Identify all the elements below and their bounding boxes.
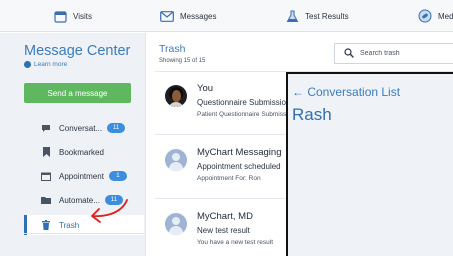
conversation-detail-panel: ← Conversation List Rash (286, 72, 453, 256)
avatar (165, 85, 187, 107)
message-subject: New test result (197, 226, 250, 235)
search-icon (344, 45, 354, 63)
sidebar-item-label: Appointment (59, 171, 104, 181)
calendar-icon (53, 9, 67, 23)
sidebar-divider (24, 233, 144, 234)
nav-label: Test Results (305, 11, 349, 21)
calendar-icon (41, 172, 51, 181)
envelope-icon (160, 9, 174, 23)
showing-count: Showing 15 of 15 (159, 58, 206, 64)
message-subject: Appointment scheduled (197, 162, 281, 171)
search-input[interactable] (360, 50, 453, 57)
list-title: Trash (159, 43, 186, 55)
sidebar-item-bookmarked[interactable]: Bookmarked (24, 142, 142, 162)
message-sender: MyChart Messaging (197, 147, 282, 158)
annotation-arrow-icon (91, 199, 128, 223)
info-icon (24, 61, 31, 68)
page-title: Message Center (24, 43, 131, 59)
sidebar-item-label: Conversat... (59, 123, 103, 133)
bookmark-icon (41, 147, 51, 157)
message-preview: Patient Questionnaire Submission (197, 111, 295, 118)
message-sender: You (197, 83, 214, 94)
avatar (165, 149, 187, 171)
sidebar-item-label: Bookmarked (59, 147, 104, 157)
nav-label: Visits (73, 11, 92, 21)
nav-medications[interactable]: Medi (418, 0, 453, 32)
trash-icon (41, 220, 51, 230)
message-preview: Appointment For: Ron (197, 175, 261, 182)
send-message-button[interactable]: Send a message (24, 83, 131, 103)
learn-more-link[interactable]: Learn more (24, 61, 67, 68)
nav-visits[interactable]: Visits (53, 0, 92, 32)
conversation-title: Rash (292, 105, 332, 124)
search-box[interactable] (334, 43, 453, 64)
back-to-conversation-list-link[interactable]: ← Conversation List (292, 85, 400, 99)
flask-icon (285, 9, 299, 23)
sidebar-item-appointment[interactable]: Appointment 1 (24, 166, 142, 186)
avatar (165, 213, 187, 235)
sidebar-item-label: Trash (59, 220, 80, 230)
learn-more-label: Learn more (34, 61, 68, 68)
message-subject: Questionnaire Submission (197, 98, 291, 107)
unread-count-badge: 11 (107, 123, 126, 133)
nav-label: Medi (438, 11, 453, 21)
message-sender: MyChart, MD (197, 211, 253, 222)
folder-icon (41, 196, 51, 204)
sidebar-item-conversations[interactable]: Conversat... 11 (24, 118, 142, 138)
chat-bubble-icon (41, 124, 51, 133)
unread-count-badge: 1 (108, 171, 127, 181)
medications-icon (418, 9, 432, 23)
nav-label: Messages (180, 11, 217, 21)
top-navigation-bar: Visits Messages Test Results Medi (0, 0, 453, 32)
message-preview: You have a new test result (197, 239, 274, 246)
nav-messages[interactable]: Messages (160, 0, 216, 32)
nav-test-results[interactable]: Test Results (285, 0, 349, 32)
